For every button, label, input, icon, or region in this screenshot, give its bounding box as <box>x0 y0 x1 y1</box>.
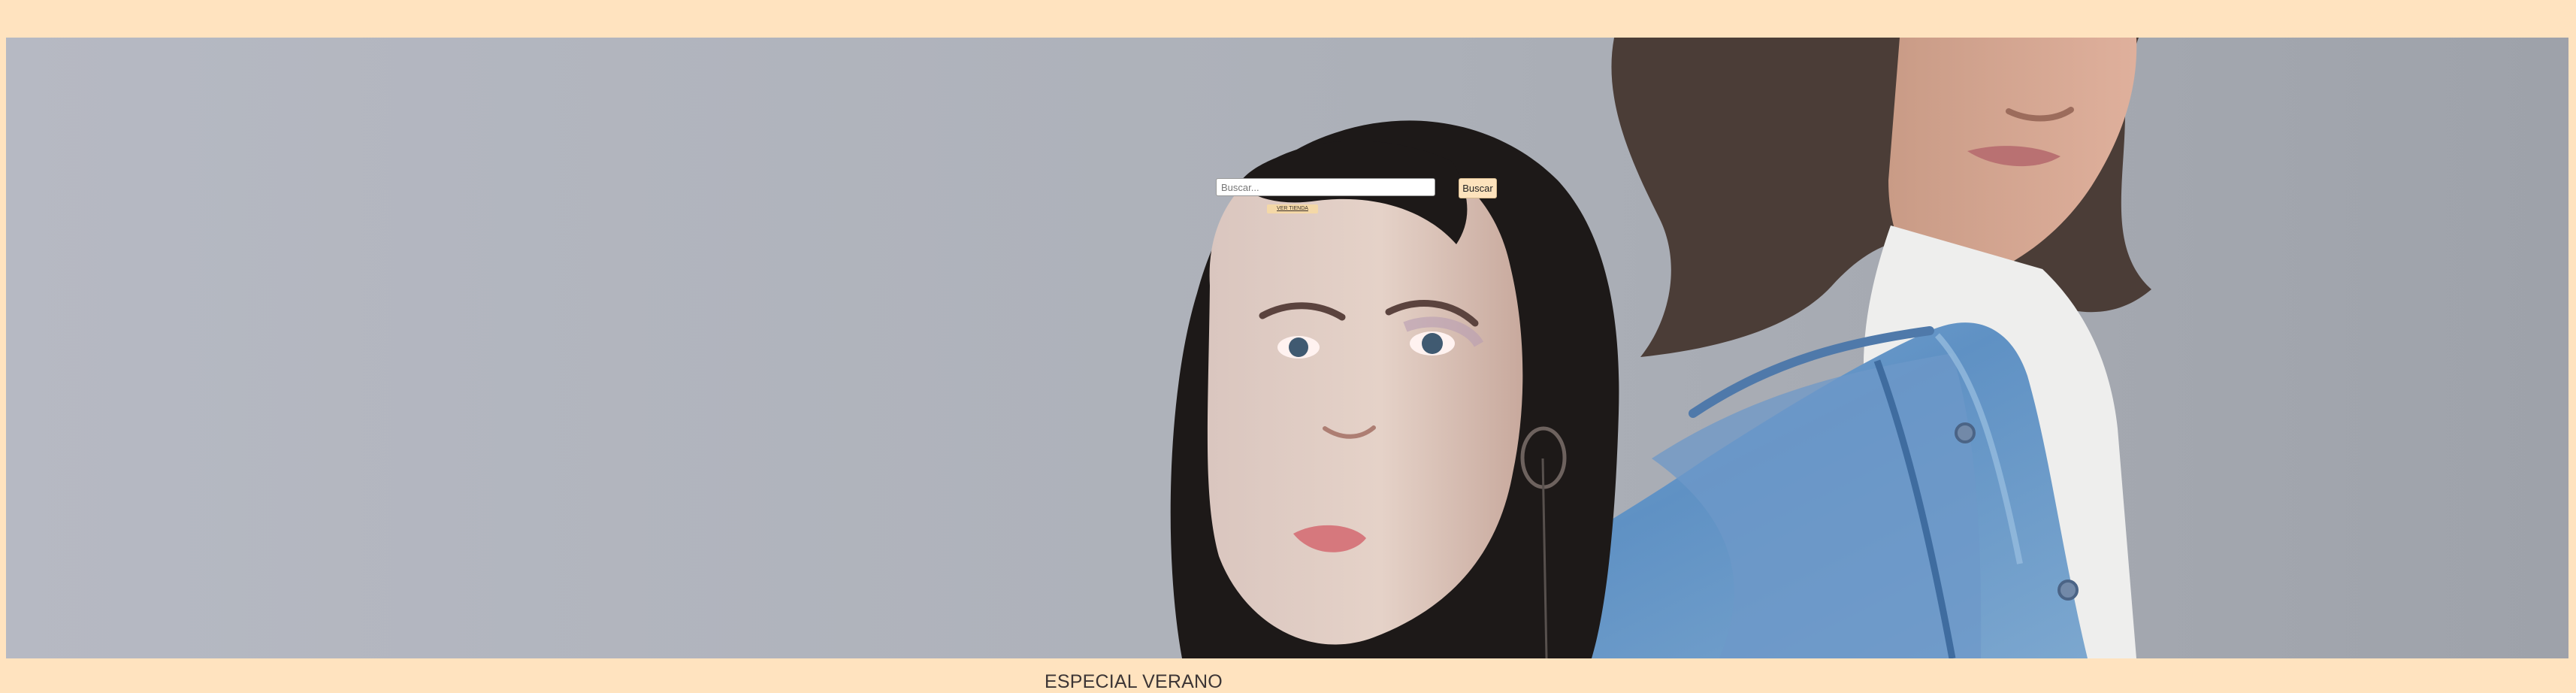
page-root: Buscar VER TIENDA ESPECIAL VERANO <box>0 0 2576 693</box>
search-bar: Buscar <box>1216 140 1497 198</box>
search-button[interactable]: Buscar <box>1459 178 1497 198</box>
section-title: ESPECIAL VERANO <box>1045 671 1223 692</box>
hero-photo <box>6 38 2568 658</box>
hero-banner: Buscar VER TIENDA <box>6 38 2568 658</box>
search-input[interactable] <box>1216 178 1435 196</box>
shop-link[interactable]: VER TIENDA <box>1267 204 1318 213</box>
